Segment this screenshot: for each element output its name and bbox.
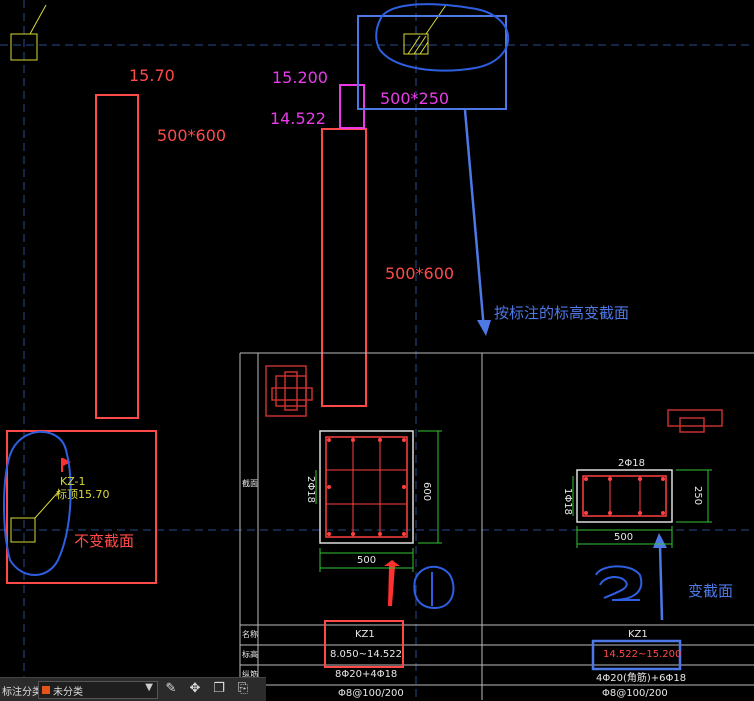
left-size-label: 500*600 bbox=[157, 126, 227, 145]
col2-top-rebar: 2Φ18 bbox=[618, 458, 645, 469]
col2-name: KZ1 bbox=[628, 629, 648, 640]
left-elevation-label: 15.70 bbox=[129, 66, 175, 85]
note-constant-section: 不变截面 bbox=[74, 532, 135, 550]
category-select[interactable]: 未分类 ▼ bbox=[38, 681, 158, 699]
note-variable-section: 按标注的标高变截面 bbox=[494, 304, 630, 322]
blue-circle-kz1 bbox=[3, 430, 72, 576]
blue-arrow-up-line bbox=[658, 544, 664, 621]
kz1-elevation: 标顶15.70 bbox=[56, 488, 110, 501]
col1-dim-width: 500 bbox=[357, 555, 377, 566]
blue-arrow-head bbox=[477, 320, 491, 336]
schedule-table-lines bbox=[239, 352, 754, 700]
col1-name: KZ1 bbox=[355, 629, 375, 640]
red-up-arrow bbox=[384, 560, 400, 606]
column-left-outline bbox=[95, 94, 139, 419]
variable-section-box bbox=[339, 84, 365, 129]
row-section-header: 截面 bbox=[242, 479, 258, 488]
top-elevation-label: 15.200 bbox=[272, 68, 328, 87]
category-color-swatch bbox=[42, 686, 50, 694]
section-2 bbox=[572, 469, 712, 548]
col1-stirrup: Φ8@100/200 bbox=[338, 688, 404, 699]
col2-rebar: 4Φ20(角筋)+6Φ18 bbox=[596, 673, 687, 684]
col2-dim-width: 500 bbox=[614, 532, 634, 543]
section-1 bbox=[315, 430, 442, 572]
blue-number-1 bbox=[413, 565, 455, 610]
blue-arrow-line bbox=[463, 109, 486, 331]
category-select-value: 未分类 bbox=[53, 687, 83, 698]
col1-dim-height: 600 bbox=[421, 482, 432, 502]
row-name-header: 名称 bbox=[242, 630, 258, 639]
kz1-label[interactable]: KZ-1 bbox=[60, 476, 86, 488]
move-icon[interactable]: ✥ bbox=[186, 680, 204, 698]
col2-elevation: 14.522~15.200 bbox=[603, 649, 682, 660]
col2-stirrup: Φ8@100/200 bbox=[602, 688, 668, 699]
blue-circle-top bbox=[375, 3, 510, 72]
col1-side-rebar: 2Φ18 bbox=[305, 476, 316, 503]
mid-size-label: 500*600 bbox=[385, 264, 455, 283]
cad-canvas[interactable] bbox=[0, 0, 754, 700]
red-symbol-left bbox=[265, 365, 313, 417]
red-symbol-right bbox=[667, 409, 723, 433]
note-change-section: 变截面 bbox=[688, 582, 734, 600]
small-section-label: 500*250 bbox=[380, 89, 450, 108]
col1-rebar: 8Φ20+4Φ18 bbox=[335, 669, 398, 680]
bottom-elevation-label: 14.522 bbox=[270, 109, 326, 128]
blue-arrow-up-head bbox=[653, 533, 667, 548]
column-mid-outline bbox=[321, 128, 367, 407]
copy-icon[interactable]: ❐ bbox=[210, 680, 228, 698]
col2-dim-height: 250 bbox=[692, 486, 703, 506]
paste-icon[interactable]: ⎘ bbox=[234, 680, 252, 698]
col1-elevation: 8.050~14.522 bbox=[330, 649, 402, 660]
kz1-highlight-box bbox=[6, 430, 157, 584]
row-elev-header: 标高 bbox=[242, 650, 258, 659]
annotation-toolbar: 标注分类 未分类 ▼ ✎ ✥ ❐ ⎘ bbox=[0, 677, 266, 701]
col1-elev-highlight bbox=[324, 620, 404, 668]
col2-side-rebar: 1Φ18 bbox=[562, 488, 573, 515]
axis-lines bbox=[0, 0, 754, 700]
chevron-down-icon[interactable]: ▼ bbox=[145, 682, 153, 693]
blue-number-2 bbox=[595, 565, 643, 601]
category-label: 标注分类 bbox=[2, 687, 42, 698]
edit-icon[interactable]: ✎ bbox=[162, 680, 180, 698]
